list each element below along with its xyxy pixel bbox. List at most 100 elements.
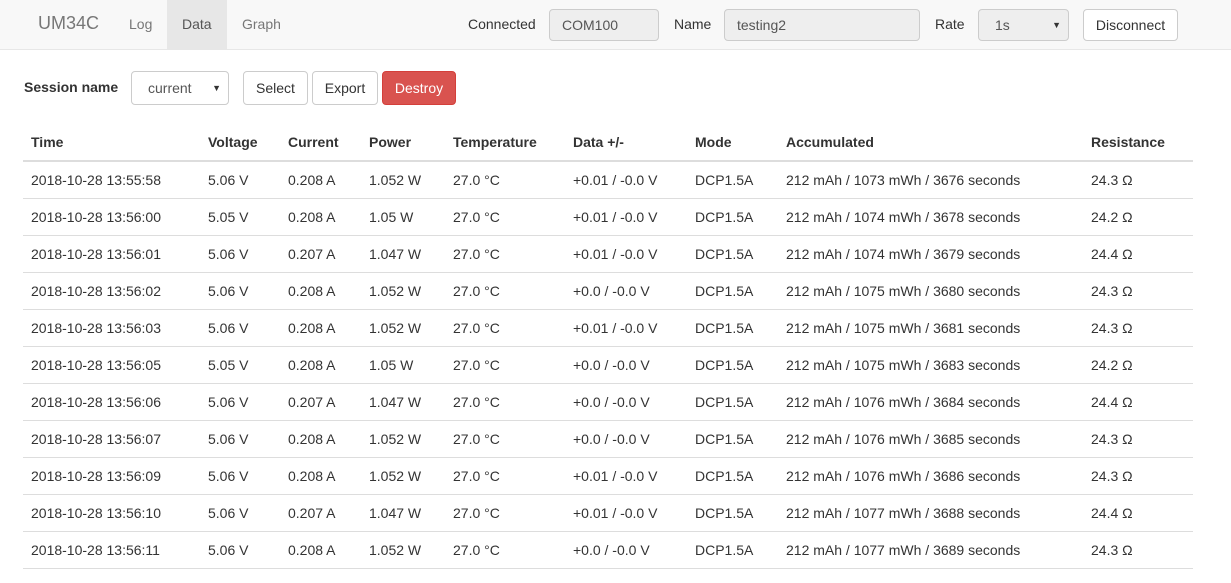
cell-resistance: 24.3 Ω — [1083, 457, 1193, 495]
chevron-down-icon: ▼ — [212, 83, 221, 93]
cell-time: 2018-10-28 13:56:07 — [23, 420, 200, 458]
cell-accumulated: 212 mAh / 1076 mWh / 3685 seconds — [778, 420, 1083, 458]
cell-resistance: 24.4 Ω — [1083, 383, 1193, 421]
column-header-power: Power — [361, 124, 445, 162]
cell-temperature: 27.0 °C — [445, 272, 565, 310]
cell-temperature: 27.0 °C — [445, 235, 565, 273]
cell-accumulated: 212 mAh / 1075 mWh / 3681 seconds — [778, 309, 1083, 347]
session-select[interactable]: current ▼ — [131, 71, 229, 105]
cell-power: 1.047 W — [361, 383, 445, 421]
cell-data: +0.0 / -0.0 V — [565, 420, 687, 458]
cell-mode: DCP1.5A — [687, 235, 778, 273]
cell-mode: DCP1.5A — [687, 383, 778, 421]
cell-voltage: 5.06 V — [200, 531, 280, 569]
cell-accumulated: 212 mAh / 1076 mWh / 3684 seconds — [778, 383, 1083, 421]
tab-data[interactable]: Data — [167, 0, 227, 49]
export-button[interactable]: Export — [312, 71, 378, 105]
table-row: 2018-10-28 13:56:10 5.06 V 0.207 A 1.047 W2… — [23, 494, 1193, 532]
column-header-temperature: Temperature — [445, 124, 565, 162]
cell-mode: DCP1.5A — [687, 346, 778, 384]
column-header-resistance: Resistance — [1083, 124, 1193, 162]
cell-time: 2018-10-28 13:55:58 — [23, 161, 200, 199]
column-header-data: Data +/- — [565, 124, 687, 162]
cell-mode: DCP1.5A — [687, 494, 778, 532]
cell-power: 1.052 W — [361, 420, 445, 458]
cell-temperature: 27.0 °C — [445, 383, 565, 421]
cell-current: 0.208 A — [280, 198, 361, 236]
data-table: Time Voltage Current Power Temperature D… — [23, 124, 1193, 569]
cell-mode: DCP1.5A — [687, 457, 778, 495]
cell-accumulated: 212 mAh / 1075 mWh / 3683 seconds — [778, 346, 1083, 384]
cell-data: +0.01 / -0.0 V — [565, 198, 687, 236]
table-header-row: Time Voltage Current Power Temperature D… — [23, 124, 1193, 162]
cell-time: 2018-10-28 13:56:06 — [23, 383, 200, 421]
cell-accumulated: 212 mAh / 1077 mWh / 3688 seconds — [778, 494, 1083, 532]
cell-resistance: 24.3 Ω — [1083, 272, 1193, 310]
cell-resistance: 24.3 Ω — [1083, 531, 1193, 569]
cell-accumulated: 212 mAh / 1074 mWh / 3679 seconds — [778, 235, 1083, 273]
select-button[interactable]: Select — [243, 71, 308, 105]
tab-graph[interactable]: Graph — [227, 0, 296, 49]
cell-current: 0.208 A — [280, 531, 361, 569]
table-body: 2018-10-28 13:55:58 5.06 V 0.208 A 1.052 W2… — [23, 161, 1193, 569]
cell-time: 2018-10-28 13:56:03 — [23, 309, 200, 347]
cell-temperature: 27.0 °C — [445, 531, 565, 569]
tab-log[interactable]: Log — [114, 0, 167, 49]
cell-power: 1.047 W — [361, 235, 445, 273]
cell-current: 0.208 A — [280, 420, 361, 458]
cell-time: 2018-10-28 13:56:10 — [23, 494, 200, 532]
cell-accumulated: 212 mAh / 1074 mWh / 3678 seconds — [778, 198, 1083, 236]
cell-data: +0.01 / -0.0 V — [565, 235, 687, 273]
rate-select[interactable]: 1s ▼ — [978, 9, 1069, 41]
cell-current: 0.208 A — [280, 161, 361, 199]
cell-mode: DCP1.5A — [687, 420, 778, 458]
cell-current: 0.207 A — [280, 494, 361, 532]
cell-temperature: 27.0 °C — [445, 161, 565, 199]
table-row: 2018-10-28 13:56:00 5.05 V 0.208 A 1.05 W 27… — [23, 198, 1193, 236]
cell-temperature: 27.0 °C — [445, 494, 565, 532]
destroy-button[interactable]: Destroy — [382, 71, 456, 105]
cell-accumulated: 212 mAh / 1077 mWh / 3689 seconds — [778, 531, 1083, 569]
disconnect-button[interactable]: Disconnect — [1083, 9, 1178, 41]
cell-voltage: 5.05 V — [200, 198, 280, 236]
cell-data: +0.01 / -0.0 V — [565, 309, 687, 347]
name-field[interactable]: testing2 — [724, 9, 920, 41]
cell-power: 1.05 W — [361, 346, 445, 384]
cell-temperature: 27.0 °C — [445, 198, 565, 236]
cell-voltage: 5.05 V — [200, 346, 280, 384]
cell-power: 1.05 W — [361, 198, 445, 236]
column-header-mode: Mode — [687, 124, 778, 162]
cell-time: 2018-10-28 13:56:11 — [23, 531, 200, 569]
cell-data: +0.01 / -0.0 V — [565, 457, 687, 495]
app-brand[interactable]: UM34C — [38, 13, 99, 34]
session-select-value: current — [148, 80, 192, 96]
cell-power: 1.052 W — [361, 161, 445, 199]
cell-current: 0.208 A — [280, 346, 361, 384]
table-row: 2018-10-28 13:56:03 5.06 V 0.208 A 1.052 W 2… — [23, 309, 1193, 347]
column-header-accumulated: Accumulated — [778, 124, 1083, 162]
cell-mode: DCP1.5A — [687, 531, 778, 569]
cell-data: +0.01 / -0.0 V — [565, 161, 687, 199]
chevron-down-icon: ▼ — [1052, 20, 1061, 30]
cell-current: 0.208 A — [280, 309, 361, 347]
cell-voltage: 5.06 V — [200, 309, 280, 347]
table-row: 2018-10-28 13:56:11 5.06 V 0.208 A 1.052 W2… — [23, 531, 1193, 569]
port-field[interactable]: COM100 — [549, 9, 659, 41]
cell-data: +0.0 / -0.0 V — [565, 531, 687, 569]
cell-temperature: 27.0 °C — [445, 457, 565, 495]
cell-current: 0.207 A — [280, 235, 361, 273]
cell-time: 2018-10-28 13:56:05 — [23, 346, 200, 384]
cell-temperature: 27.0 °C — [445, 346, 565, 384]
cell-mode: DCP1.5A — [687, 198, 778, 236]
cell-current: 0.208 A — [280, 457, 361, 495]
cell-voltage: 5.06 V — [200, 420, 280, 458]
cell-power: 1.052 W — [361, 309, 445, 347]
cell-resistance: 24.4 Ω — [1083, 494, 1193, 532]
cell-data: +0.0 / -0.0 V — [565, 272, 687, 310]
column-header-time: Time — [23, 124, 200, 162]
table-row: 2018-10-28 13:56:01 5.06 V 0.207 A 1.047 W2… — [23, 235, 1193, 273]
cell-mode: DCP1.5A — [687, 309, 778, 347]
cell-power: 1.047 W — [361, 494, 445, 532]
cell-power: 1.052 W — [361, 272, 445, 310]
table-row: 2018-10-28 13:56:06 5.06 V 0.207 A 1.047 W2… — [23, 383, 1193, 421]
